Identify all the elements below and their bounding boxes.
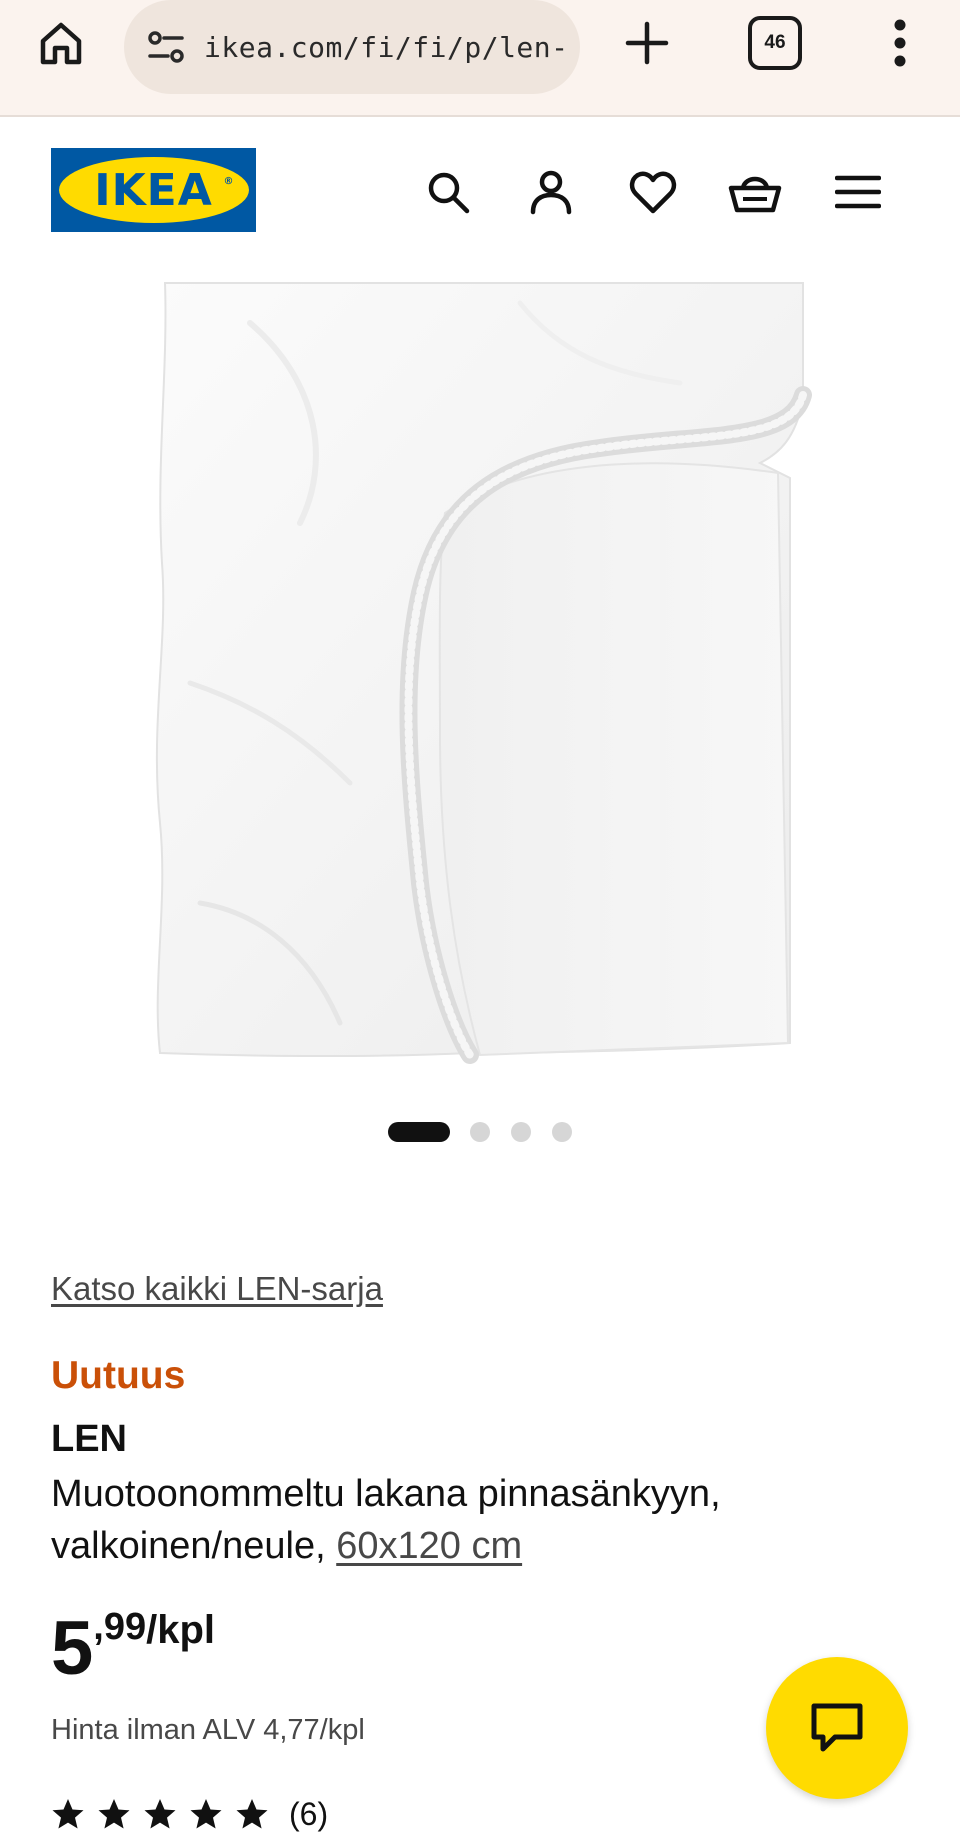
price-excluding-vat: Hinta ilman ALV 4,77/kpl	[51, 1714, 365, 1746]
size-link[interactable]: 60x120 cm	[336, 1525, 522, 1567]
shopping-basket-button[interactable]	[727, 164, 783, 220]
account-button[interactable]	[523, 164, 579, 220]
product-rating[interactable]: (6)	[51, 1794, 328, 1834]
new-tab-button[interactable]	[616, 12, 678, 74]
registered-mark: ®	[223, 176, 235, 187]
more-vertical-icon	[894, 19, 906, 67]
price-integer: 5	[51, 1606, 94, 1691]
url-text[interactable]: ikea.com/fi/fi/p/len-mu	[204, 31, 564, 64]
site-settings-icon[interactable]	[142, 23, 190, 71]
star-icon	[144, 1799, 176, 1829]
favorites-heart-icon	[629, 171, 677, 214]
price-decimal: ,99	[93, 1606, 147, 1648]
product-price: 5,99/kpl	[51, 1604, 215, 1694]
price-unit: /kpl	[146, 1608, 216, 1652]
carousel-dot[interactable]	[552, 1122, 572, 1142]
home-icon	[40, 22, 82, 65]
tab-count: 46	[764, 32, 786, 53]
search-icon	[428, 172, 470, 214]
tab-switcher-button[interactable]: 46	[748, 16, 802, 70]
logo-text: IKEA	[94, 164, 213, 216]
product-name: LEN	[51, 1418, 127, 1460]
star-icon	[236, 1799, 268, 1829]
chat-bubble-icon	[811, 1703, 863, 1752]
carousel-dot[interactable]	[470, 1122, 490, 1142]
plus-icon	[625, 21, 669, 65]
menu-button[interactable]	[830, 164, 886, 220]
chat-button[interactable]	[766, 1657, 908, 1799]
carousel-dot-active[interactable]	[388, 1122, 450, 1142]
star-icon	[190, 1799, 222, 1829]
logo-oval: IKEA ®	[58, 157, 249, 223]
shopping-basket-icon	[728, 176, 782, 213]
fitted-sheet-image	[155, 282, 812, 1064]
menu-icon	[835, 175, 881, 209]
carousel-dot[interactable]	[511, 1122, 531, 1142]
ikea-logo[interactable]: IKEA ®	[51, 148, 256, 232]
browser-toolbar: ikea.com/fi/fi/p/len-mu 46	[0, 0, 960, 117]
address-bar[interactable]: ikea.com/fi/fi/p/len-mu	[124, 0, 580, 94]
series-link[interactable]: Katso kaikki LEN-sarja	[51, 1270, 383, 1308]
product-image[interactable]	[0, 263, 960, 1093]
account-icon	[530, 170, 572, 215]
product-description: Muotoonommeltu lakana pinnasänkyyn, valk…	[51, 1468, 911, 1572]
image-carousel-indicator	[0, 1122, 960, 1142]
rating-count: (6)	[289, 1795, 329, 1832]
search-button[interactable]	[420, 164, 476, 220]
star-icon	[98, 1799, 130, 1829]
star-icon	[52, 1799, 84, 1829]
site-header: IKEA ®	[0, 119, 960, 263]
browser-menu-button[interactable]	[870, 12, 930, 74]
favorites-button[interactable]	[625, 164, 681, 220]
new-product-badge: Uutuus	[51, 1354, 186, 1397]
home-button[interactable]	[30, 12, 92, 74]
